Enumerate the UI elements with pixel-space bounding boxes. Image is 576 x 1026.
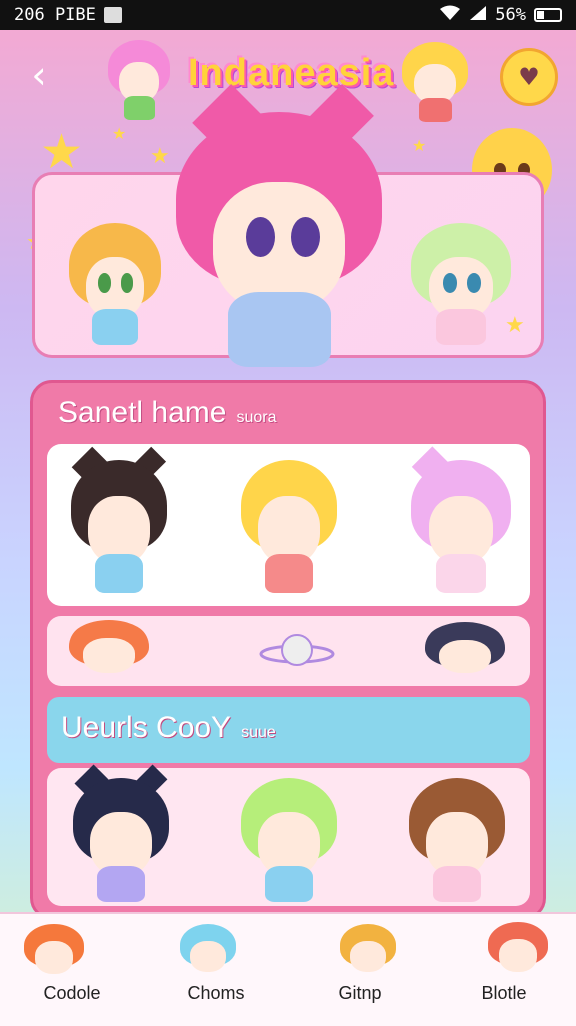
battery-percent: 56% [495, 5, 526, 25]
tab-label: Gitnp [338, 983, 382, 1003]
hero-character-right [411, 223, 511, 346]
favorite-button[interactable]: ♥ [500, 48, 558, 106]
section-title-text: Sanetl hame [58, 396, 227, 429]
star-icon: ★ [40, 124, 84, 180]
avatar-blonde [402, 42, 468, 122]
tab-avatar-icon [488, 922, 548, 984]
character-card[interactable] [241, 460, 337, 593]
character-card[interactable] [411, 446, 511, 593]
signal-icon [469, 5, 487, 26]
character-row[interactable] [47, 444, 530, 606]
section-title-text: Ueurls CooY [61, 711, 232, 744]
character-card[interactable] [73, 764, 169, 903]
saturn-icon [257, 632, 337, 672]
section-subtitle: suue [241, 724, 276, 741]
tab-avatar-icon [340, 924, 396, 984]
chevron-left-icon: ‹ [31, 53, 47, 97]
avatar-pink-cat [108, 40, 170, 120]
tab-blotle[interactable]: Blotle [432, 914, 576, 1026]
hero-character-left [69, 223, 161, 346]
tab-choms[interactable]: Choms [144, 914, 288, 1026]
status-bar: 206 PIBE 56% [0, 0, 576, 30]
section-title: Sanetl hame suora [58, 396, 276, 430]
character-card[interactable] [71, 446, 167, 593]
section-banner[interactable]: Ueurls CooY suue [47, 697, 530, 763]
heart-icon: ♥ [518, 63, 540, 91]
star-icon: ★ [112, 124, 127, 143]
character-row[interactable] [47, 764, 530, 906]
battery-icon [534, 8, 562, 22]
header: ‹ Indaneasia ♥ [0, 30, 576, 125]
tab-avatar-icon [24, 924, 84, 986]
back-button[interactable]: ‹ [20, 55, 58, 95]
character-card[interactable] [409, 778, 505, 903]
page-title: Indaneasia [188, 52, 395, 94]
tab-gitnp[interactable]: Gitnp [288, 914, 432, 1026]
tab-label: Blotle [481, 983, 527, 1003]
star-icon: ★ [412, 136, 427, 155]
hero-character-main [176, 84, 382, 367]
tab-codole[interactable]: Codole [0, 914, 144, 1026]
tab-avatar-icon [180, 924, 236, 984]
bottom-tab-bar: Codole Choms Gitnp Blotle [0, 912, 576, 1026]
character-card[interactable] [69, 620, 149, 686]
character-card[interactable] [241, 778, 337, 903]
sim-icon [103, 7, 122, 23]
status-time: 206 PIBE [14, 5, 96, 25]
section-title: Ueurls CooY suue [61, 711, 276, 745]
character-card[interactable] [425, 622, 505, 686]
tab-label: Choms [187, 983, 245, 1003]
wifi-icon [439, 5, 461, 26]
star-icon: ★ [150, 144, 170, 169]
section-subtitle: suora [236, 409, 277, 426]
tab-label: Codole [43, 983, 101, 1003]
character-row[interactable] [47, 616, 530, 686]
star-icon: ★ [505, 313, 525, 338]
